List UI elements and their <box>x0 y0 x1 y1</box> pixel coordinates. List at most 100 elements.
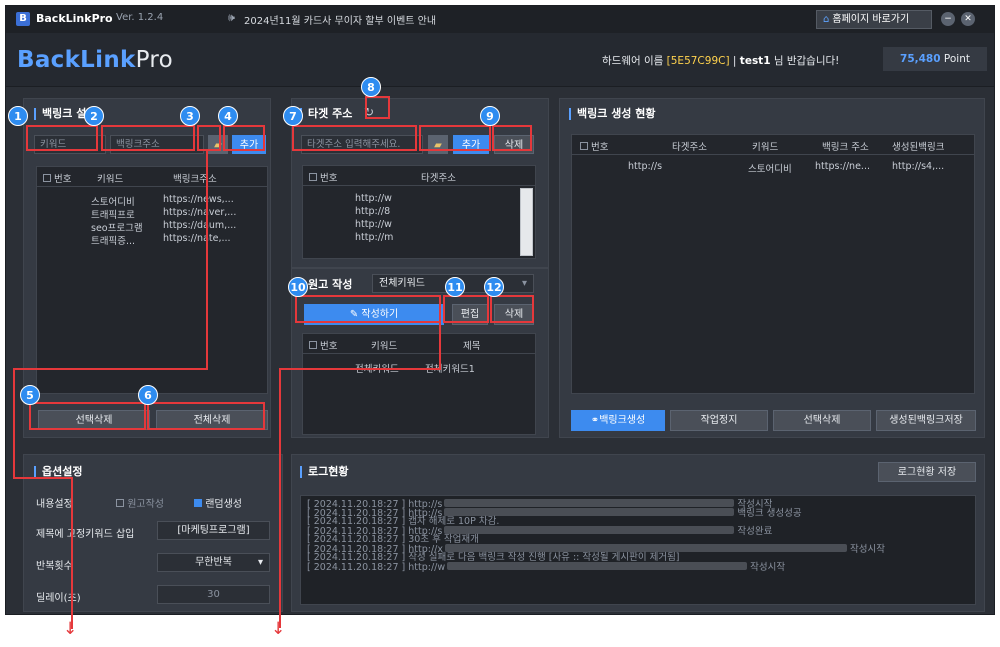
draft-table-header: 번호 키워드 제목 <box>303 334 535 354</box>
connector-line <box>71 477 73 629</box>
table-row[interactable]: 279http://m <box>303 232 535 244</box>
badge-7: 7 <box>283 106 303 126</box>
content-setting-label: 내용설정 <box>36 499 73 510</box>
minimize-button[interactable]: − <box>941 12 955 26</box>
select-all-checkbox[interactable] <box>309 341 317 349</box>
table-row[interactable]: 2트래픽프로https://naver,... <box>37 207 267 221</box>
connector-line <box>279 368 441 370</box>
delay-label: 딜레이(초) <box>36 593 81 604</box>
table-row[interactable]: 276http://w <box>303 193 535 205</box>
select-all-checkbox[interactable] <box>580 142 588 150</box>
highlight-box-2 <box>101 125 195 151</box>
stop-job-button[interactable]: 작업정지 <box>670 410 768 431</box>
badge-9: 9 <box>480 106 500 126</box>
brand-logo: BackLinkPro <box>17 47 173 73</box>
user-info: 하드웨어 이름 [5E57C99C] | test1 님 반갑습니다! <box>602 55 840 67</box>
badge-12: 12 <box>484 277 504 297</box>
highlight-box-11 <box>443 295 489 323</box>
badge-2: 2 <box>84 106 104 126</box>
table-row[interactable]: 3seo프로그램https://daum,... <box>37 220 267 234</box>
log-line: [ 2024.11.20.18:27 ] 작성 실패로 다음 백링크 작성 진행… <box>307 552 680 563</box>
hardware-id: [5E57C99C] <box>666 55 730 67</box>
highlight-box-12 <box>490 295 534 323</box>
header: BackLinkPro 하드웨어 이름 [5E57C99C] | test1 님… <box>6 33 994 87</box>
repeat-label: 반복횟수 <box>36 561 73 572</box>
target-table: 번호 타겟주소 276http://w 277http://8 278http:… <box>302 165 536 259</box>
highlight-box-10 <box>295 295 441 323</box>
chevron-down-icon: ▾ <box>521 278 527 289</box>
notice-link[interactable]: 2024년11월 카드사 무이자 할부 이벤트 안내 <box>244 12 436 27</box>
highlight-box-3 <box>197 125 221 151</box>
target-title: 타겟 주소 <box>300 108 352 120</box>
log-output: [ 2024.11.20.18:27 ] http://s 작성시작 [ 202… <box>300 495 976 605</box>
select-all-checkbox[interactable] <box>309 173 317 181</box>
badge-11: 11 <box>445 277 465 297</box>
log-title: 로그현황 <box>300 466 348 478</box>
table-row[interactable]: 1전체키워드전체키워드1 <box>303 361 535 375</box>
select-all-checkbox[interactable] <box>43 174 51 182</box>
repeat-dropdown[interactable]: 무한반복 ▾ <box>157 553 270 572</box>
homepage-button[interactable]: ⌂ 홈페이지 바로가기 <box>816 10 932 29</box>
app-version: Ver. 1.2.4 <box>116 12 164 23</box>
connector-line <box>279 368 281 628</box>
connector-line <box>13 368 208 370</box>
highlight-box-add <box>419 125 491 151</box>
fixed-keyword-label: 제목에 고정키워드 삽입 <box>36 529 135 540</box>
title-bar: B BackLinkPro Ver. 1.2.4 🕪 2024년11월 카드사 … <box>6 6 994 33</box>
link-icon: ⚭ <box>590 415 600 426</box>
table-row[interactable]: 1 http://s 스토어디비 https://ne... http://s4… <box>572 161 974 175</box>
log-line: [ 2024.11.20.18:27 ] 캡차 해제로 10P 차감. <box>307 516 500 527</box>
highlight-box-6 <box>147 402 265 430</box>
home-icon: ⌂ <box>823 14 830 25</box>
log-line: [ 2024.11.20.18:27 ] 30초 후 작업재개 <box>307 534 479 545</box>
log-line: [ 2024.11.20.18:27 ] http://w 작성시작 <box>307 562 786 573</box>
save-log-button[interactable]: 로그현황 저장 <box>878 462 976 482</box>
target-table-scrollbar[interactable] <box>520 188 533 256</box>
status-table-header: 번호 타겟주소 키워드 백링크 주소 생성된백링크 <box>572 135 974 155</box>
highlight-box-1 <box>26 125 98 151</box>
draft-table: 번호 키워드 제목 1전체키워드전체키워드1 <box>302 333 536 435</box>
backlink-table: 번호 키워드 백링크주소 1스토어디비https://news,... 2트래픽… <box>36 166 268 394</box>
highlight-box-4 <box>223 125 265 151</box>
fixed-keyword-input[interactable]: [마케팅프로그램] <box>157 521 270 540</box>
target-panel: 타겟 주소 ↻ 타겟주소 입력해주세요. ▰ 추가 삭제 번호 타겟주소 276… <box>291 98 549 268</box>
table-row[interactable]: 277http://8 <box>303 206 535 218</box>
backlink-table-header: 번호 키워드 백링크주소 <box>37 167 267 187</box>
status-delete-selected-button[interactable]: 선택삭제 <box>773 410 871 431</box>
table-row[interactable]: 1스토어디비https://news,... <box>37 194 267 208</box>
random-option-checkbox[interactable] <box>194 499 202 507</box>
badge-1: 1 <box>8 106 28 126</box>
badge-5: 5 <box>20 385 40 405</box>
random-option[interactable]: 랜덤생성 <box>194 495 242 510</box>
save-backlinks-button[interactable]: 생성된백링크저장 <box>876 410 976 431</box>
badge-6: 6 <box>138 385 158 405</box>
delay-input[interactable]: 30 <box>157 585 270 604</box>
backlink-status-panel: 백링크 생성 현황 번호 타겟주소 키워드 백링크 주소 생성된백링크 1 ht… <box>559 98 985 438</box>
highlight-box-7 <box>292 125 417 151</box>
table-row[interactable]: 278http://w <box>303 219 535 231</box>
points-display: 75,480 Point <box>883 47 987 71</box>
draft-panel: 원고 작성 전체키워드▾ ✎ 작성하기 편집 삭제 번호 키워드 제목 1전체키… <box>291 268 549 438</box>
connector-line <box>13 477 73 479</box>
arrow-down-icon: ↓ <box>63 619 78 639</box>
app-logo-icon: B <box>16 12 30 26</box>
homepage-button-label: 홈페이지 바로가기 <box>832 14 910 25</box>
speaker-icon: 🕪 <box>228 11 235 24</box>
app-name: BackLinkPro <box>36 12 113 25</box>
highlight-box-9 <box>492 125 532 151</box>
username: test1 <box>739 55 771 67</box>
target-table-header: 번호 타겟주소 <box>303 166 535 186</box>
table-row[interactable]: 4트래픽증...https://nate,... <box>37 233 267 247</box>
draft-option-checkbox[interactable] <box>116 499 124 507</box>
connector-line <box>206 151 208 369</box>
close-button[interactable]: ✕ <box>961 12 975 26</box>
connector-line <box>439 323 441 369</box>
badge-10: 10 <box>288 277 308 297</box>
log-line: [ 2024.11.20.18:27 ] http://s 작성시작 <box>307 499 773 510</box>
chevron-down-icon: ▾ <box>257 557 263 568</box>
badge-4: 4 <box>218 106 238 126</box>
draft-option[interactable]: 원고작성 <box>116 495 164 510</box>
badge-8: 8 <box>361 77 381 97</box>
create-backlink-button[interactable]: ⚭백링크생성 <box>571 410 665 431</box>
highlight-box-8 <box>365 96 390 119</box>
